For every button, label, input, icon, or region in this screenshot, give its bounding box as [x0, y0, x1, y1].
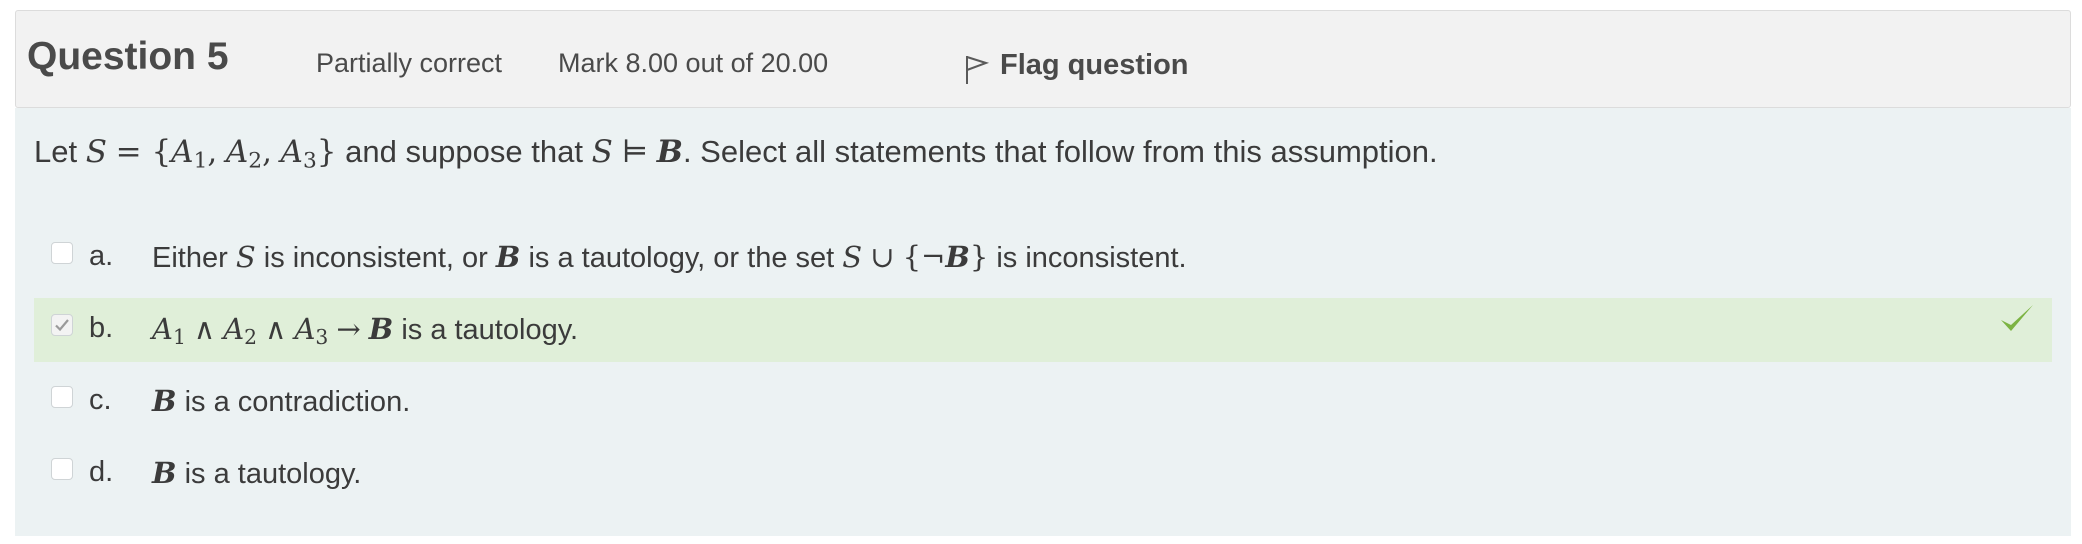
- question-content: Let S = {A1, A2, A3} and suppose that S …: [15, 108, 2071, 536]
- opt-a-s2: S: [842, 240, 863, 274]
- qtext-a1: A: [171, 134, 194, 170]
- question-info-panel: Question 5 Partially correct Mark 8.00 o…: [15, 10, 2071, 108]
- question-number-heading: Question 5: [27, 35, 229, 79]
- question-5: Question 5 Partially correct Mark 8.00 o…: [15, 10, 2071, 536]
- opt-a-cup: ∪: [870, 240, 895, 274]
- flag-outline-icon: [966, 56, 990, 84]
- opt-a-t3: is a tautology, or the set: [528, 242, 835, 274]
- opt-b-t1: is a tautology.: [401, 314, 579, 346]
- qtext-a3: A: [280, 134, 303, 170]
- checkbox-b[interactable]: [51, 314, 73, 336]
- answer-option-b: b. A1 ∧ A2 ∧ A3 → B is a tautology.: [34, 298, 2052, 362]
- question-label: Question: [27, 35, 197, 78]
- opt-a-t1: Either: [152, 242, 228, 274]
- qtext-sub2: 2: [248, 148, 263, 174]
- qtext-comma1: ,: [207, 134, 218, 170]
- option-text-b: A1 ∧ A2 ∧ A3 → B is a tautology.: [152, 312, 578, 349]
- question-grade: Mark 8.00 out of 20.00: [558, 48, 829, 78]
- question-state: Partially correct: [316, 48, 503, 78]
- opt-b-a3: A: [294, 312, 316, 346]
- answer-option-a: a. Either S is inconsistent, or B is a t…: [34, 226, 2052, 290]
- qtext-rest: . Select all statements that follow from…: [682, 134, 1438, 169]
- checkbox-a[interactable]: [51, 242, 73, 264]
- qtext-a2: A: [225, 134, 249, 170]
- opt-b-and2: ∧: [265, 312, 287, 346]
- opt-b-s3: 3: [315, 325, 329, 350]
- option-text-d: B is a tautology.: [152, 456, 361, 491]
- flag-question-link[interactable]: Flag question: [964, 44, 1189, 86]
- question-text: Let S = {A1, A2, A3} and suppose that S …: [34, 134, 1438, 173]
- correct-checkmark-icon: [2001, 305, 2033, 331]
- opt-d-b: B: [152, 456, 177, 490]
- opt-a-t4: is inconsistent.: [996, 242, 1187, 274]
- option-text-c: B is a contradiction.: [152, 384, 410, 419]
- qtext-comma2: ,: [262, 134, 272, 170]
- option-text-a: Either S is inconsistent, or B is a taut…: [152, 240, 1187, 275]
- opt-a-rbrace: }: [969, 240, 989, 274]
- answer-list: a. Either S is inconsistent, or B is a t…: [34, 226, 2052, 514]
- opt-c-b: B: [152, 384, 177, 418]
- qtext-eq-open: = {: [115, 134, 172, 170]
- opt-b-arrow: →: [336, 312, 361, 346]
- qtext-set-s: S: [85, 134, 107, 170]
- answer-option-d: d. B is a tautology.: [34, 442, 2052, 506]
- opt-a-b2: B: [945, 240, 970, 274]
- opt-b-s1: 1: [172, 325, 186, 350]
- opt-b-b: B: [368, 312, 394, 346]
- option-letter-c: c.: [89, 384, 112, 416]
- small-check-icon: [55, 319, 69, 332]
- flag-question-label: Flag question: [1000, 48, 1189, 81]
- qtext-entails: ⊨: [621, 134, 649, 170]
- opt-b-and1: ∧: [193, 312, 216, 346]
- opt-b-a1: A: [152, 312, 173, 346]
- answer-option-c: c. B is a contradiction.: [34, 370, 2052, 434]
- opt-d-t1: is a tautology.: [184, 458, 362, 490]
- qtext-and-suppose: and suppose that: [345, 134, 583, 169]
- question-number: 5: [206, 35, 229, 78]
- qtext-let: Let: [34, 134, 78, 169]
- option-letter-d: d.: [89, 456, 114, 488]
- checkbox-d[interactable]: [51, 458, 73, 480]
- option-letter-a: a.: [89, 240, 114, 272]
- checkbox-c[interactable]: [51, 386, 73, 408]
- qtext-close: }: [316, 134, 337, 170]
- qtext-set-s2: S: [591, 134, 613, 170]
- qtext-sub1: 1: [193, 148, 208, 174]
- opt-a-t2: is inconsistent, or: [263, 242, 488, 274]
- opt-c-t1: is a contradiction.: [184, 386, 411, 418]
- opt-a-s: S: [235, 240, 256, 274]
- qtext-b: B: [656, 134, 683, 170]
- opt-a-b: B: [495, 240, 521, 274]
- opt-a-lbrace: {¬: [902, 240, 946, 274]
- qtext-sub3: 3: [302, 148, 317, 174]
- opt-b-s2: 2: [244, 325, 258, 350]
- option-letter-b: b.: [89, 312, 114, 344]
- opt-b-a2: A: [223, 312, 245, 346]
